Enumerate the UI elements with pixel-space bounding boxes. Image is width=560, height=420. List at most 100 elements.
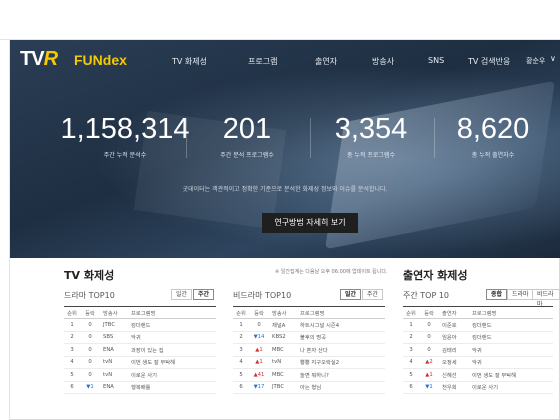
broadcaster: tvN — [100, 356, 128, 369]
nav-item-broadcaster[interactable]: 방송사 — [372, 56, 394, 67]
col-program: 프로그램명 — [128, 306, 216, 319]
rank: 5 — [64, 368, 80, 382]
tv-buzz-section-title: TV 화제성 — [64, 269, 115, 282]
col-change: 등락 — [249, 306, 269, 319]
change: 0 — [80, 343, 100, 357]
cast-name[interactable]: 이준호 — [439, 318, 469, 332]
nondrama-weekly-toggle[interactable]: 주간 — [362, 289, 384, 300]
table-row[interactable]: 3 0 ENA 과장이 있는 집 — [64, 343, 216, 357]
program-name[interactable]: 킹더랜드 — [128, 318, 216, 332]
rank: 2 — [403, 331, 419, 344]
table-row[interactable]: 6 ▼1 ENA 행복배틀 — [64, 381, 216, 394]
table-row[interactable]: 4 ▲2 오정세 악귀 — [403, 356, 553, 369]
broadcaster: ENA — [100, 343, 128, 357]
table-row[interactable]: 4 ▲1 tvN 뿅뿅 지구오락실2 — [233, 356, 385, 369]
cast-buzz-section-title: 출연자 화제성 — [403, 269, 468, 282]
logo-tv-text: TV — [20, 48, 45, 70]
cast-name[interactable]: 천우희 — [439, 381, 469, 394]
program-name[interactable]: 하트시그널 시즌4 — [297, 318, 385, 332]
update-note: ※ 일간집계는 다음날 오후 06:00에 업데이트 됩니다. — [275, 269, 388, 275]
program-name[interactable]: 이번 생도 잘 부탁해 — [128, 356, 216, 369]
table-row[interactable]: 1 0 JTBC 킹더랜드 — [64, 318, 216, 332]
broadcaster: tvN — [100, 368, 128, 382]
fundex-logo[interactable]: FUNdex — [74, 52, 127, 68]
table-row[interactable]: 2 0 SBS 악귀 — [64, 331, 216, 344]
table-row[interactable]: 5 0 tvN 이로운 사기 — [64, 368, 216, 382]
left-gutter — [0, 40, 10, 420]
change: 0 — [249, 318, 269, 332]
nav-item-cast[interactable]: 출연자 — [315, 56, 337, 67]
cast-name[interactable]: 김태리 — [439, 343, 469, 357]
research-method-button[interactable]: 연구방법 자세히 보기 — [262, 213, 358, 233]
change: 0 — [419, 343, 439, 357]
cast-name[interactable]: 오정세 — [439, 356, 469, 369]
cast-nondrama-toggle[interactable]: 비드라마 — [532, 289, 560, 308]
nav-item-sns[interactable]: SNS — [428, 56, 444, 65]
change: ▲2 — [419, 356, 439, 369]
program-name[interactable]: 아는 형님 — [297, 381, 385, 394]
program-name[interactable]: 행복배틀 — [128, 381, 216, 394]
rank: 4 — [64, 356, 80, 369]
table-header-row: 순위 등락 방송사 프로그램명 — [64, 306, 216, 319]
cast-name[interactable]: 임윤아 — [439, 331, 469, 344]
drama-weekly-toggle[interactable]: 주간 — [193, 289, 215, 300]
nav-item-tv-search[interactable]: TV 검색반응 — [468, 56, 510, 67]
rank: 4 — [403, 356, 419, 369]
table-row[interactable]: 6 ▼17 JTBC 아는 형님 — [233, 381, 385, 394]
rank: 1 — [233, 318, 249, 332]
program-name[interactable]: 이로운 사기 — [128, 368, 216, 382]
stat-total-cast-value: 8,620 — [456, 113, 530, 145]
stat-weekly-analysis-value: 1,158,314 — [60, 113, 190, 145]
table-row[interactable]: 4 0 tvN 이번 생도 잘 부탁해 — [64, 356, 216, 369]
table-row[interactable]: 2 0 임윤아 킹더랜드 — [403, 331, 553, 344]
change: 0 — [80, 368, 100, 382]
tvr-logo[interactable]: TVR — [20, 48, 58, 71]
stat-weekly-programs-value: 201 — [222, 113, 272, 145]
broadcaster: JTBC — [100, 318, 128, 332]
nav-item-program[interactable]: 프로그램 — [248, 56, 277, 67]
broadcaster: 채널A — [269, 318, 297, 332]
broadcaster: SBS — [100, 331, 128, 344]
table-row[interactable]: 5 ▲1 신혜선 이번 생도 잘 부탁해 — [403, 368, 553, 382]
broadcaster: KBS2 — [269, 331, 297, 344]
stat-weekly-analysis-label: 주간 누적 분석수 — [103, 152, 147, 159]
nondrama-top10-title: 비드라마 TOP10 — [233, 291, 292, 300]
rank: 3 — [64, 343, 80, 357]
cast-drama-toggle[interactable]: 드라마 — [507, 289, 534, 300]
rank: 1 — [64, 318, 80, 332]
broadcaster: MBC — [269, 368, 297, 382]
drama-daily-toggle[interactable]: 일간 — [171, 289, 193, 300]
broadcaster: JTBC — [269, 381, 297, 394]
program-name[interactable]: 나 혼자 산다 — [297, 343, 385, 357]
rank: 2 — [233, 331, 249, 344]
table-row[interactable]: 2 ▼14 KBS2 불후의 명곡 — [233, 331, 385, 344]
change: ▼1 — [419, 381, 439, 394]
table-header-row: 순위 등락 출연자 프로그램명 — [403, 306, 553, 319]
stat-weekly-programs-label: 주간 분석 프로그램수 — [220, 152, 274, 159]
program-name[interactable]: 불후의 명곡 — [297, 331, 385, 344]
stat-total-programs-value: 3,354 — [334, 113, 408, 145]
table-row[interactable]: 3 0 김태리 악귀 — [403, 343, 553, 357]
nondrama-daily-toggle[interactable]: 일간 — [340, 289, 362, 300]
col-change: 등락 — [419, 306, 439, 319]
change: ▲41 — [249, 368, 269, 382]
col-rank: 순위 — [403, 306, 419, 319]
table-row[interactable]: 1 0 이준호 킹더랜드 — [403, 318, 553, 332]
table-row[interactable]: 3 ▲1 MBC 나 혼자 산다 — [233, 343, 385, 357]
change: 0 — [419, 331, 439, 344]
chevron-down-icon[interactable]: ∨ — [550, 54, 556, 63]
rank: 6 — [233, 381, 249, 394]
table-row[interactable]: 1 0 채널A 하트시그널 시즌4 — [233, 318, 385, 332]
nav-item-tv-buzz[interactable]: TV 화제성 — [172, 56, 207, 67]
program-name[interactable]: 놀면 뭐하니? — [297, 368, 385, 382]
program-name[interactable]: 뿅뿅 지구오락실2 — [297, 356, 385, 369]
cast-name[interactable]: 신혜선 — [439, 368, 469, 382]
program-name[interactable]: 과장이 있는 집 — [128, 343, 216, 357]
cast-overall-toggle[interactable]: 종합 — [486, 289, 508, 300]
col-change: 등락 — [80, 306, 100, 319]
table-row[interactable]: 6 ▼1 천우희 이로운 사기 — [403, 381, 553, 394]
program-name[interactable]: 악귀 — [128, 331, 216, 344]
rank: 6 — [403, 381, 419, 394]
user-menu[interactable]: 황순우 — [526, 56, 545, 66]
table-row[interactable]: 5 ▲41 MBC 놀면 뭐하니? — [233, 368, 385, 382]
